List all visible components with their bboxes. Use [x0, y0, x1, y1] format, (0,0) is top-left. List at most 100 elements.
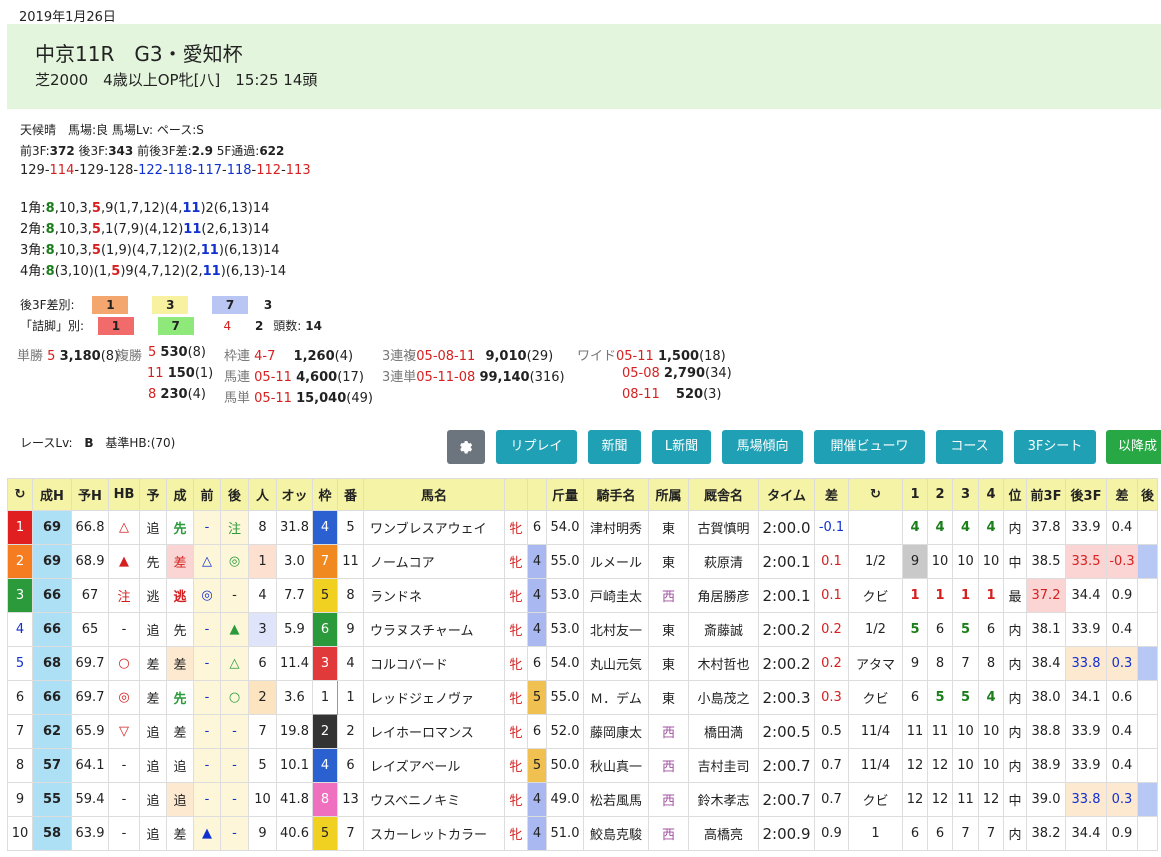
- cell-trainer[interactable]: 吉村圭司: [688, 748, 759, 783]
- col-trainer[interactable]: 厩舎名: [688, 478, 759, 511]
- cell-jockey[interactable]: 松若風馬: [583, 782, 649, 817]
- cell-shozoku: 西: [648, 782, 689, 817]
- table-row[interactable]: 7 62 65.9 ▽ 追 差 - - 7 19.8 2 2 レイホーロマンス …: [7, 714, 1158, 749]
- table-row[interactable]: 2 69 68.9 ▲ 先 差 △ ◎ 1 3.0 7 11 ノームコア 牝 4…: [7, 544, 1158, 579]
- cell-go3f: 34.4: [1065, 816, 1107, 851]
- cell-zen3f: 38.1: [1026, 612, 1066, 647]
- cell-trainer[interactable]: 萩原清: [688, 544, 759, 579]
- cell-horse-name[interactable]: ウラヌスチャーム: [363, 612, 505, 647]
- table-row[interactable]: 10 58 63.9 - 追 差 ▲ - 9 40.6 5 7 スカーレットカラ…: [7, 816, 1158, 851]
- table-row[interactable]: 6 66 69.7 ◎ 差 先 - ○ 2 3.6 1 1 レッドジェノヴァ 牝…: [7, 680, 1158, 715]
- cell-jockey[interactable]: 北村友一: [583, 612, 649, 647]
- table-row[interactable]: 9 55 59.4 - 追 追 - - 10 41.8 8 13 ウスベニノキミ…: [7, 782, 1158, 817]
- table-row[interactable]: 3 66 67 注 逃 逃 ◎ - 4 7.7 5 8 ランドネ 牝 4 53.…: [7, 578, 1158, 613]
- cell-trainer[interactable]: 橋田満: [688, 714, 759, 749]
- col-extra[interactable]: 後: [1137, 478, 1158, 511]
- cell-horse-name[interactable]: スカーレットカラー: [363, 816, 505, 851]
- cell-c1: 1: [902, 578, 928, 613]
- l-newspaper-button[interactable]: L新聞: [652, 430, 711, 464]
- col-refresh[interactable]: ↻: [7, 478, 33, 511]
- cell-c2: 4: [927, 510, 953, 545]
- cell-horse-name[interactable]: ランドネ: [363, 578, 505, 613]
- cell-c3: 10: [952, 748, 979, 783]
- cell-trainer[interactable]: 木村哲也: [688, 646, 759, 681]
- payout-sanrentan: 3連単05-11-08 99,140(316): [382, 370, 565, 385]
- col-c2[interactable]: 2: [927, 478, 953, 511]
- col-odds[interactable]: オッ: [276, 478, 313, 511]
- col-c1[interactable]: 1: [902, 478, 928, 511]
- col-kinryo[interactable]: 斤量: [546, 478, 584, 511]
- cell-age: 4: [527, 782, 547, 817]
- cell-jockey[interactable]: ルメール: [583, 544, 649, 579]
- cell-ban: 6: [337, 748, 364, 783]
- col-horse-name[interactable]: 馬名: [363, 478, 505, 511]
- cell-jockey[interactable]: 津村明秀: [583, 510, 649, 545]
- cell-jockey[interactable]: 秋山真一: [583, 748, 649, 783]
- cell-horse-name[interactable]: レッドジェノヴァ: [363, 680, 505, 715]
- after-results-button[interactable]: 以降成: [1106, 430, 1161, 464]
- cell-trainer[interactable]: 高橋亮: [688, 816, 759, 851]
- col-hb[interactable]: HB: [108, 478, 140, 511]
- cell-horse-name[interactable]: レイズアベール: [363, 748, 505, 783]
- cell-odds: 5.9: [276, 612, 313, 647]
- newspaper-button[interactable]: 新聞: [588, 430, 641, 464]
- cell-jockey[interactable]: Ｍ．デム: [583, 680, 649, 715]
- cell-yo: 追: [139, 714, 167, 749]
- cell-horse-name[interactable]: ウスベニノキミ: [363, 782, 505, 817]
- col-popularity[interactable]: 人: [248, 478, 277, 511]
- cell-c4: 10: [978, 748, 1004, 783]
- col-shozoku[interactable]: 所属: [648, 478, 689, 511]
- col-yoso-h[interactable]: 予H: [71, 478, 109, 511]
- cell-sei: 差: [166, 544, 194, 579]
- col-ato[interactable]: 後: [220, 478, 249, 511]
- course-button[interactable]: コース: [936, 430, 1003, 464]
- col-waku[interactable]: 枠: [312, 478, 338, 511]
- table-row[interactable]: 8 57 64.1 - 追 追 - - 5 10.1 4 6 レイズアベール 牝…: [7, 748, 1158, 783]
- col-yo[interactable]: 予: [139, 478, 167, 511]
- col-c3[interactable]: 3: [952, 478, 979, 511]
- 3f-sheet-button[interactable]: 3Fシート: [1014, 430, 1096, 464]
- cell-trainer[interactable]: 鈴木孝志: [688, 782, 759, 817]
- col-sei[interactable]: 成: [166, 478, 194, 511]
- settings-button[interactable]: [447, 430, 485, 464]
- col-seiseki-h[interactable]: 成H: [32, 478, 72, 511]
- cell-sex: 牝: [504, 714, 528, 749]
- cell-jockey[interactable]: 丸山元気: [583, 646, 649, 681]
- col-ban[interactable]: 番: [337, 478, 364, 511]
- col-refresh-2[interactable]: ↻: [848, 478, 903, 511]
- cell-extra: [1137, 510, 1158, 545]
- cell-trainer[interactable]: 斎藤誠: [688, 612, 759, 647]
- col-mae[interactable]: 前: [193, 478, 221, 511]
- cell-c1: 12: [902, 782, 928, 817]
- replay-button[interactable]: リプレイ: [496, 430, 577, 464]
- col-position[interactable]: 位: [1003, 478, 1027, 511]
- col-go3f[interactable]: 後3F: [1065, 478, 1107, 511]
- cell-trainer[interactable]: 小島茂之: [688, 680, 759, 715]
- cell-horse-name[interactable]: ワンブレスアウェイ: [363, 510, 505, 545]
- table-row[interactable]: 1 69 66.8 △ 追 先 - 注 8 31.8 4 5 ワンブレスアウェイ…: [7, 510, 1158, 545]
- cell-trainer[interactable]: 角居勝彦: [688, 578, 759, 613]
- table-row[interactable]: 5 68 69.7 ○ 差 差 - △ 6 11.4 3 4 コルコバード 牝 …: [7, 646, 1158, 681]
- col-c4[interactable]: 4: [978, 478, 1004, 511]
- cell-horse-name[interactable]: ノームコア: [363, 544, 505, 579]
- cell-jockey[interactable]: 鮫島克駿: [583, 816, 649, 851]
- cell-sei: 差: [166, 646, 194, 681]
- cell-pop: 9: [248, 816, 277, 851]
- col-diff[interactable]: 差: [814, 478, 849, 511]
- meeting-viewer-button[interactable]: 開催ビューワ: [814, 430, 925, 464]
- cell-trainer[interactable]: 古賀慎明: [688, 510, 759, 545]
- col-jockey[interactable]: 騎手名: [583, 478, 649, 511]
- cell-go3f-diff: 0.4: [1106, 714, 1138, 749]
- cell-horse-name[interactable]: レイホーロマンス: [363, 714, 505, 749]
- table-row[interactable]: 4 66 65 - 追 先 - ▲ 3 5.9 6 9 ウラヌスチャーム 牝 4…: [7, 612, 1158, 647]
- cell-jockey[interactable]: 藤岡康太: [583, 714, 649, 749]
- track-trend-button[interactable]: 馬場傾向: [722, 430, 803, 464]
- cell-margin: アタマ: [848, 646, 903, 681]
- cell-age: 5: [527, 680, 547, 715]
- col-zen3f[interactable]: 前3F: [1026, 478, 1066, 511]
- col-time[interactable]: タイム: [758, 478, 815, 511]
- col-go3f-diff[interactable]: 差: [1106, 478, 1138, 511]
- cell-jockey[interactable]: 戸崎圭太: [583, 578, 649, 613]
- cell-age: 4: [527, 544, 547, 579]
- cell-horse-name[interactable]: コルコバード: [363, 646, 505, 681]
